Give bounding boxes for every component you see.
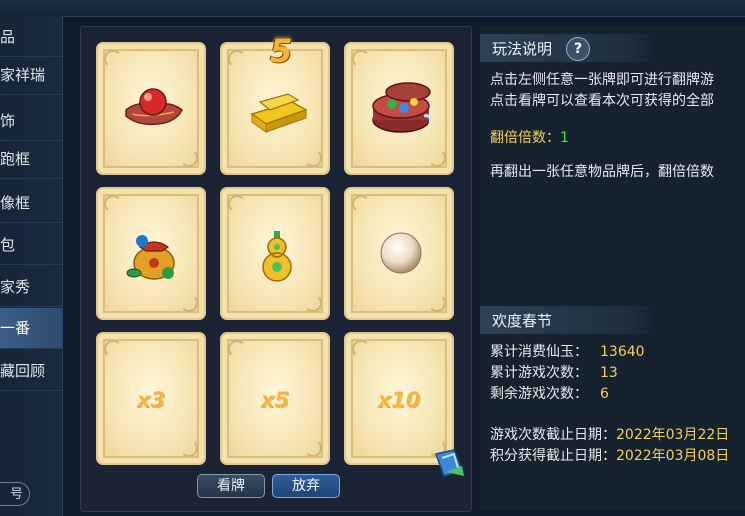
stat-row: 累计游戏次数： 13 — [490, 362, 618, 382]
multiplier-label-text: 翻倍倍数： — [490, 130, 560, 146]
rules-line-3: 再翻出一张任意物品牌后，翻倍倍数 — [490, 164, 714, 180]
sidebar-item-4[interactable]: 跑框 — [0, 140, 62, 179]
sidebar-item-2[interactable]: 家祥瑞 — [0, 56, 62, 95]
sidebar-item-5[interactable]: 像框 — [0, 184, 62, 223]
stat-row: 累计消费仙玉： 13640 — [490, 341, 645, 361]
card-golden-gourd[interactable] — [220, 187, 330, 320]
card-multiplier-x3[interactable]: x3 — [96, 332, 206, 465]
date-value: 2022年03月22日 — [616, 427, 730, 443]
sidebar-item-active[interactable]: 一番 — [0, 308, 62, 349]
stat-value: 13640 — [600, 344, 645, 360]
sidebar-item-label: 品 — [0, 28, 16, 46]
card-pearl[interactable] — [344, 187, 454, 320]
top-strip — [0, 0, 745, 17]
sidebar-item-9[interactable]: 藏回顾 — [0, 352, 62, 391]
sidebar-item-3[interactable]: 饰 — [0, 102, 62, 141]
help-icon[interactable]: ? — [566, 37, 590, 61]
rules-line-1: 点击左侧任意一张牌即可进行翻牌游 — [490, 72, 714, 88]
sidebar-item-label: 跑框 — [0, 150, 31, 168]
multiplier-row: 翻倍倍数：1 — [490, 127, 569, 147]
multiplier-label: x3 — [136, 388, 166, 412]
view-cards-button[interactable]: 看牌 — [197, 474, 265, 498]
multiplier-label: x10 — [377, 388, 421, 412]
sidebar-item-label: 家秀 — [0, 278, 31, 296]
sidebar-item-label: 家祥瑞 — [0, 66, 46, 84]
stat-label: 累计游戏次数： — [490, 365, 588, 381]
sidebar-item-label: 藏回顾 — [0, 362, 46, 380]
sidebar-item-label: 像框 — [0, 194, 31, 212]
card-red-orb[interactable] — [96, 42, 206, 175]
stat-value: 13 — [600, 365, 618, 381]
stat-row: 剩余游戏次数： 6 — [490, 383, 609, 403]
event-header: 欢度春节 — [480, 306, 655, 334]
quantity-badge: 5 — [270, 32, 293, 70]
rules-title: 玩法说明 — [492, 40, 553, 58]
card-fortune-pouch[interactable] — [96, 187, 206, 320]
sidebar-item-label: 包 — [0, 236, 16, 254]
date-value: 2022年03月08日 — [616, 448, 730, 464]
multiplier-value: 1 — [560, 130, 569, 146]
stat-label: 累计消费仙玉： — [490, 344, 588, 360]
rules-header: 玩法说明 ? — [480, 34, 655, 62]
info-panel: 玩法说明 ? 点击左侧任意一张牌即可进行翻牌游 点击看牌可以查看本次可获得的全部… — [480, 26, 745, 510]
sidebar-item-7[interactable]: 家秀 — [0, 268, 62, 307]
date-label: 游戏次数截止日期： — [490, 427, 616, 443]
fortune-pouch-icon — [126, 235, 175, 280]
stat-label: 剩余游戏次数： — [490, 386, 588, 402]
rules-line-2: 点击看牌可以查看本次可获得的全部 — [490, 93, 714, 109]
sidebar-item-1[interactable]: 品 — [0, 18, 62, 57]
sidebar: 品 家祥瑞 饰 跑框 像框 包 家秀 一番 藏回顾 号 — [0, 16, 63, 516]
pearl-icon — [380, 232, 422, 274]
date-row: 积分获得截止日期：2022年03月08日 — [490, 445, 729, 465]
multiplier-label: x5 — [260, 388, 290, 412]
sidebar-item-6[interactable]: 包 — [0, 226, 62, 265]
treasure-box-icon — [372, 82, 432, 133]
card-treasure-box[interactable] — [344, 42, 454, 175]
sidebar-item-label: 饰 — [0, 112, 16, 130]
event-title: 欢度春节 — [492, 312, 553, 330]
blue-gem-icon — [435, 449, 464, 477]
date-row: 游戏次数截止日期：2022年03月22日 — [490, 424, 729, 444]
red-orb-icon — [125, 88, 183, 126]
date-label: 积分获得截止日期： — [490, 448, 616, 464]
golden-gourd-icon — [262, 231, 292, 282]
card-gold-ingots[interactable]: 5 — [220, 32, 330, 175]
stat-value: 6 — [600, 386, 609, 402]
card-multiplier-x5[interactable]: x5 — [220, 332, 330, 465]
give-up-button[interactable]: 放弃 — [272, 474, 340, 498]
sidebar-item-label: 一番 — [0, 319, 31, 337]
sidebar-bottom-pill[interactable]: 号 — [0, 482, 30, 506]
